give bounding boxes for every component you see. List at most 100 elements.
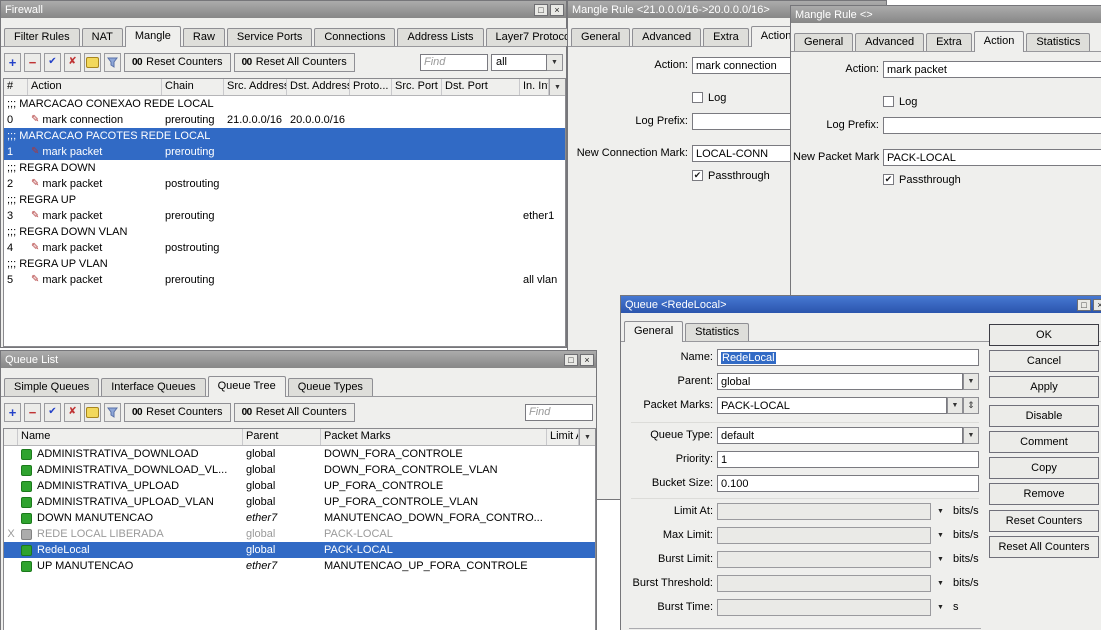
- max-limit-unit-dropdown[interactable]: ▼: [937, 527, 944, 544]
- column-header-src-address[interactable]: Src. Address: [224, 79, 287, 95]
- reset-all-counters-button[interactable]: 00 Reset All Counters: [234, 403, 355, 422]
- column-header-number[interactable]: #: [4, 79, 28, 95]
- queue-row[interactable]: ADMINISTRATIVA_UPLOAD_VLAN global UP_FOR…: [4, 494, 595, 510]
- comment-button[interactable]: Comment: [989, 431, 1099, 453]
- close-button[interactable]: ×: [550, 4, 564, 16]
- maximize-button[interactable]: □: [564, 354, 578, 366]
- log-checkbox[interactable]: Log: [883, 95, 917, 108]
- tab-simple-queues[interactable]: Simple Queues: [4, 378, 99, 396]
- reset-counters-button[interactable]: 00 Reset Counters: [124, 403, 231, 422]
- burst-threshold-unit-dropdown[interactable]: ▼: [937, 575, 944, 592]
- queue-row[interactable]: DOWN MANUTENCAO ether7 MANUTENCAO_DOWN_F…: [4, 510, 595, 526]
- apply-button[interactable]: Apply: [989, 376, 1099, 398]
- find-input[interactable]: [420, 54, 488, 71]
- tab-general[interactable]: General: [571, 28, 630, 46]
- tab-connections[interactable]: Connections: [314, 28, 395, 46]
- new-packet-mark-input[interactable]: PACK-LOCAL: [883, 149, 1101, 166]
- tab-extra[interactable]: Extra: [926, 33, 972, 51]
- add-button[interactable]: +: [4, 403, 21, 422]
- firewall-rule-row[interactable]: 0 ✎mark connection prerouting 21.0.0.0/1…: [4, 112, 565, 128]
- copy-button[interactable]: Copy: [989, 457, 1099, 479]
- firewall-comment-row[interactable]: ;;; MARCACAO CONEXAO REDE LOCAL: [4, 96, 565, 112]
- tab-filter-rules[interactable]: Filter Rules: [4, 28, 80, 46]
- name-input[interactable]: RedeLocal: [717, 349, 979, 366]
- ok-button[interactable]: OK: [989, 324, 1099, 346]
- tab-service-ports[interactable]: Service Ports: [227, 28, 312, 46]
- maximize-button[interactable]: □: [534, 4, 548, 16]
- log-checkbox[interactable]: Log: [692, 91, 726, 104]
- tab-queue-types[interactable]: Queue Types: [288, 378, 373, 396]
- column-menu-button[interactable]: ▼: [579, 429, 595, 445]
- tab-mangle[interactable]: Mangle: [125, 26, 181, 47]
- reset-counters-button[interactable]: Reset Counters: [989, 510, 1099, 532]
- enable-button[interactable]: ✔: [44, 403, 61, 422]
- firewall-rule-row[interactable]: 3 ✎mark packet prerouting ether1: [4, 208, 565, 224]
- queue-row[interactable]: ADMINISTRATIVA_DOWNLOAD_VL... global DOW…: [4, 462, 595, 478]
- firewall-comment-row[interactable]: ;;; REGRA DOWN: [4, 160, 565, 176]
- firewall-rule-row[interactable]: 4 ✎mark packet postrouting: [4, 240, 565, 256]
- filter-button[interactable]: [104, 403, 121, 422]
- packet-marks-updown-button[interactable]: ⇕: [963, 397, 979, 414]
- tab-action[interactable]: Action: [974, 31, 1025, 52]
- tab-nat[interactable]: NAT: [82, 28, 123, 46]
- column-header-parent[interactable]: Parent: [243, 429, 321, 445]
- burst-time-unit-dropdown[interactable]: ▼: [937, 599, 944, 616]
- column-header-limit-at[interactable]: Limit At: [547, 429, 579, 445]
- reset-counters-button[interactable]: 00 Reset Counters: [124, 53, 231, 72]
- firewall-comment-row[interactable]: ;;; REGRA DOWN VLAN: [4, 224, 565, 240]
- bucket-size-input[interactable]: 0.100: [717, 475, 979, 492]
- comment-button[interactable]: [84, 403, 101, 422]
- disable-button[interactable]: Disable: [989, 405, 1099, 427]
- cancel-button[interactable]: Cancel: [989, 350, 1099, 372]
- packet-marks-dropdown-button[interactable]: ▼: [947, 397, 963, 414]
- tab-queue-tree[interactable]: Queue Tree: [208, 376, 286, 397]
- find-input[interactable]: [525, 404, 593, 421]
- queue-row[interactable]: UP MANUTENCAO ether7 MANUTENCAO_UP_FORA_…: [4, 558, 595, 574]
- mangle-rule-titlebar[interactable]: Mangle Rule <>: [791, 6, 1101, 23]
- queue-row[interactable]: ADMINISTRATIVA_DOWNLOAD global DOWN_FORA…: [4, 446, 595, 462]
- column-header-flags[interactable]: [4, 429, 18, 445]
- tab-advanced[interactable]: Advanced: [632, 28, 701, 46]
- tab-general[interactable]: General: [624, 321, 683, 342]
- queue-type-select[interactable]: default: [717, 427, 963, 444]
- column-header-name[interactable]: Name: [18, 429, 243, 445]
- queue-list-titlebar[interactable]: Queue List □ ×: [1, 351, 596, 368]
- burst-limit-unit-dropdown[interactable]: ▼: [937, 551, 944, 568]
- close-button[interactable]: ×: [1093, 299, 1101, 311]
- tab-extra[interactable]: Extra: [703, 28, 749, 46]
- packet-marks-select[interactable]: PACK-LOCAL: [717, 397, 947, 414]
- column-header-in-interface[interactable]: In. Int...: [520, 79, 549, 95]
- enable-button[interactable]: ✔: [44, 53, 61, 72]
- column-header-dst-address[interactable]: Dst. Address: [287, 79, 350, 95]
- maximize-button[interactable]: □: [1077, 299, 1091, 311]
- limit-at-unit-dropdown[interactable]: ▼: [937, 503, 944, 520]
- filter-dropdown-button[interactable]: ▼: [547, 54, 563, 71]
- column-header-packet-marks[interactable]: Packet Marks: [321, 429, 547, 445]
- disable-button[interactable]: ✘: [64, 53, 81, 72]
- reset-all-counters-button[interactable]: 00 Reset All Counters: [234, 53, 355, 72]
- firewall-rule-row[interactable]: 1 ✎mark packet prerouting: [4, 144, 565, 160]
- disable-button[interactable]: ✘: [64, 403, 81, 422]
- column-header-dst-port[interactable]: Dst. Port: [442, 79, 520, 95]
- queue-row[interactable]: ADMINISTRATIVA_UPLOAD global UP_FORA_CON…: [4, 478, 595, 494]
- queue-type-dropdown-button[interactable]: ▼: [963, 427, 979, 444]
- remove-button[interactable]: Remove: [989, 483, 1099, 505]
- reset-all-counters-button[interactable]: Reset All Counters: [989, 536, 1099, 558]
- tab-interface-queues[interactable]: Interface Queues: [101, 378, 205, 396]
- add-button[interactable]: +: [4, 53, 21, 72]
- queue-row[interactable]: RedeLocal global PACK-LOCAL: [4, 542, 595, 558]
- remove-button[interactable]: −: [24, 53, 41, 72]
- tab-advanced[interactable]: Advanced: [855, 33, 924, 51]
- column-header-src-port[interactable]: Src. Port: [392, 79, 442, 95]
- tab-statistics[interactable]: Statistics: [685, 323, 749, 341]
- log-prefix-input[interactable]: [883, 117, 1101, 134]
- firewall-titlebar[interactable]: Firewall □ ×: [1, 1, 566, 18]
- remove-button[interactable]: −: [24, 403, 41, 422]
- parent-select[interactable]: global: [717, 373, 963, 390]
- tab-statistics[interactable]: Statistics: [1026, 33, 1090, 51]
- tab-general[interactable]: General: [794, 33, 853, 51]
- passthrough-checkbox[interactable]: ✔ Passthrough: [883, 173, 961, 186]
- tab-raw[interactable]: Raw: [183, 28, 225, 46]
- column-menu-button[interactable]: ▼: [549, 79, 565, 95]
- firewall-comment-row[interactable]: ;;; REGRA UP: [4, 192, 565, 208]
